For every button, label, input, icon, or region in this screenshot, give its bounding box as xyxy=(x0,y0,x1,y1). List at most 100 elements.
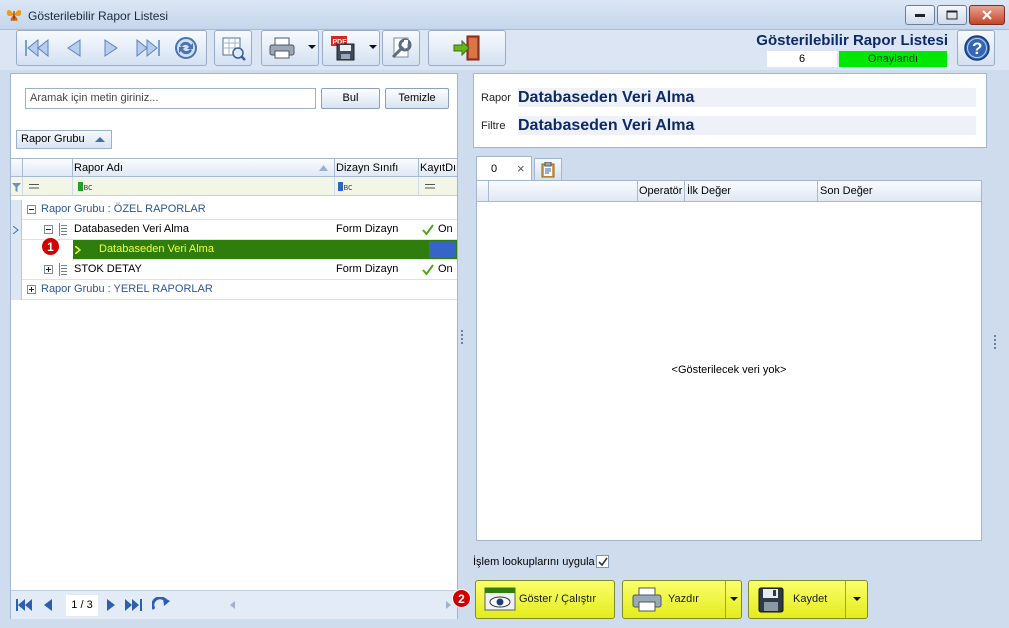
maximize-button[interactable] xyxy=(937,5,967,25)
text-filter-icon[interactable]: BC xyxy=(78,182,92,191)
print-button[interactable] xyxy=(264,33,300,63)
refresh-button[interactable] xyxy=(168,33,204,63)
report-tree-icon xyxy=(59,263,68,276)
group-row[interactable]: Rapor Grubu : YEREL RAPORLAR xyxy=(11,280,457,300)
save-action-button[interactable]: Kaydet xyxy=(748,580,868,619)
last-record-icon xyxy=(136,38,160,58)
svg-text:?: ? xyxy=(972,39,982,58)
row-arrow-icon xyxy=(75,246,81,254)
expand-icon[interactable] xyxy=(44,265,53,274)
settings-icon xyxy=(391,37,412,59)
header-title: Gösterilebilir Rapor Listesi xyxy=(756,32,948,49)
svg-text:BC: BC xyxy=(84,185,93,191)
print-dropdown-arrow[interactable] xyxy=(308,45,316,49)
previous-record-button[interactable] xyxy=(56,33,92,63)
column-header-operator[interactable]: Operatör xyxy=(639,181,685,201)
empty-data-message: <Gösterilecek veri yok> xyxy=(671,364,787,376)
group-row[interactable]: Rapor Grubu : ÖZEL RAPORLAR xyxy=(11,200,457,220)
filter-value: Databaseden Veri Alma xyxy=(518,116,976,135)
last-page-icon[interactable] xyxy=(125,599,143,611)
report-label: Rapor xyxy=(481,92,511,104)
checkbox-check-icon xyxy=(598,557,608,567)
tab-close-icon[interactable]: × xyxy=(517,161,525,176)
step-marker-2: 2 xyxy=(452,589,471,608)
filter-row[interactable]: BC BC xyxy=(11,177,457,196)
group-by-column[interactable]: Rapor Grubu xyxy=(16,130,112,149)
report-info-panel: Rapor Databaseden Veri Alma Filtre Datab… xyxy=(473,73,987,148)
record-count: 6 xyxy=(767,51,837,67)
butterfly-icon xyxy=(6,10,22,21)
find-button[interactable]: Bul xyxy=(321,88,380,109)
printer-icon xyxy=(632,587,662,612)
print-action-dropdown[interactable] xyxy=(730,597,738,601)
preview-button[interactable] xyxy=(215,33,251,63)
collapse-icon[interactable] xyxy=(27,205,36,214)
preview-icon xyxy=(222,37,246,61)
last-record-button[interactable] xyxy=(130,33,166,63)
exit-icon xyxy=(453,35,480,61)
text-filter-icon-design[interactable]: BC xyxy=(338,182,352,191)
selected-table-row[interactable]: Databaseden Veri Alma xyxy=(73,240,457,260)
print-icon xyxy=(269,37,295,59)
minimize-button[interactable] xyxy=(905,5,935,25)
group-row-label: Rapor Grubu : YEREL RAPORLAR xyxy=(41,283,213,295)
next-record-button[interactable] xyxy=(93,33,129,63)
status-badge: Onaylandı xyxy=(839,51,947,67)
column-header-design-class[interactable]: Dizayn Sınıfı xyxy=(336,159,416,176)
report-name-cell: Databaseden Veri Alma xyxy=(74,223,189,235)
next-page-icon[interactable] xyxy=(107,599,115,611)
report-list-panel: Aramak için metin giriniz... Bul Temizle… xyxy=(10,73,458,619)
pdf-save-button[interactable]: PDF xyxy=(325,33,361,63)
clear-button[interactable]: Temizle xyxy=(385,88,449,109)
tab-0[interactable]: 0 × xyxy=(476,156,532,180)
scroll-left-icon[interactable] xyxy=(230,601,235,609)
exit-button[interactable] xyxy=(449,33,485,63)
expand-icon[interactable] xyxy=(27,285,36,294)
first-page-icon[interactable] xyxy=(16,599,32,611)
column-header-first-value[interactable]: İlk Değer xyxy=(687,181,815,201)
show-run-label: Göster / Çalıştır xyxy=(519,593,597,605)
help-button[interactable]: ? xyxy=(957,30,995,66)
exit-group xyxy=(428,30,506,66)
column-header-last-value[interactable]: Son Değer xyxy=(820,181,970,201)
sort-ascending-icon xyxy=(319,165,328,171)
data-navigator: 1 / 3 xyxy=(11,590,457,619)
save-action-dropdown[interactable] xyxy=(853,597,861,601)
previous-record-icon xyxy=(67,39,81,57)
search-input[interactable]: Aramak için metin giriniz... xyxy=(25,88,316,109)
collapse-icon[interactable] xyxy=(44,225,53,234)
column-header-saved[interactable]: KayıtDı xyxy=(420,159,457,176)
print-action-button[interactable]: Yazdır xyxy=(622,580,742,619)
sort-up-icon xyxy=(95,137,105,142)
settings-button[interactable] xyxy=(383,33,419,63)
equals-operator-icon-saved[interactable] xyxy=(425,184,435,189)
help-icon: ? xyxy=(964,35,990,61)
tab-clipboard[interactable] xyxy=(534,158,562,180)
splitter-handle[interactable] xyxy=(461,330,463,346)
column-header-report-name[interactable]: Rapor Adı xyxy=(74,159,314,176)
report-value: Databaseden Veri Alma xyxy=(518,88,976,107)
first-record-button[interactable] xyxy=(19,33,55,63)
minimize-icon xyxy=(915,14,925,17)
close-button[interactable] xyxy=(969,5,1005,25)
scroll-right-icon[interactable] xyxy=(446,601,451,609)
parameter-grid-header: Operatör İlk Değer Son Değer xyxy=(477,181,981,202)
floppy-disk-icon xyxy=(758,587,784,613)
show-run-button[interactable]: Göster / Çalıştır xyxy=(475,580,615,619)
table-row[interactable]: STOK DETAY Form Dizayn On xyxy=(11,260,457,280)
table-row[interactable]: Databaseden Veri Alma Form Dizayn On xyxy=(11,220,457,240)
report-tree-icon xyxy=(59,223,68,236)
svg-text:BC: BC xyxy=(344,185,353,191)
previous-page-icon[interactable] xyxy=(44,599,52,611)
pdf-save-icon: PDF xyxy=(331,36,355,61)
export-dropdown-arrow[interactable] xyxy=(369,45,377,49)
refresh-page-icon[interactable] xyxy=(152,597,170,611)
page-indicator: 1 / 3 xyxy=(66,595,98,616)
equals-operator-icon[interactable] xyxy=(29,184,39,189)
window-title: Gösterilebilir Rapor Listesi xyxy=(28,9,169,23)
navigation-group xyxy=(16,30,207,66)
right-splitter-handle[interactable] xyxy=(994,335,996,351)
parameter-grid: Operatör İlk Değer Son Değer <Gösterilec… xyxy=(476,180,982,541)
design-class-cell: Form Dizayn xyxy=(336,223,399,235)
lookup-checkbox[interactable] xyxy=(596,555,609,568)
